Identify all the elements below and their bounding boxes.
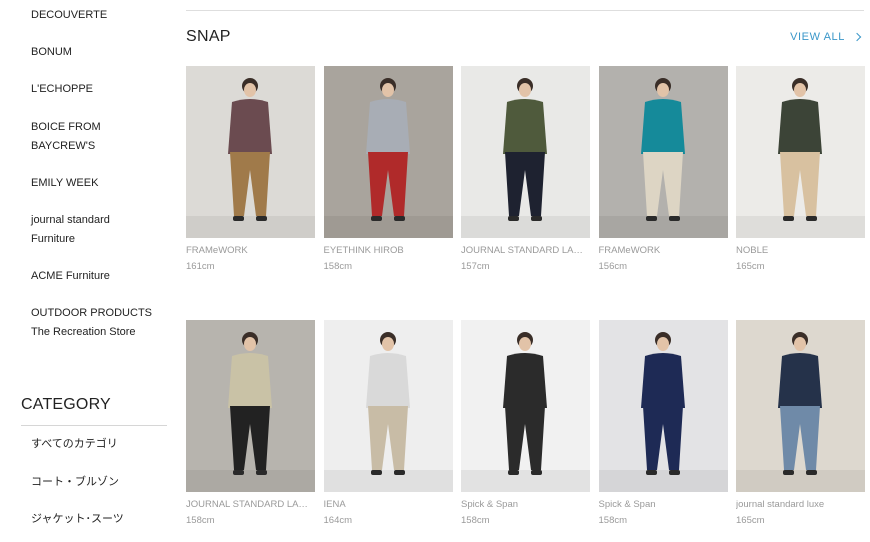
sidebar: DECOUVERTE BONUM L'ECHOPPE BOICE FROM BAY…	[0, 0, 170, 542]
person-photo-illustration	[598, 66, 728, 238]
snap-card[interactable]: JOURNAL STANDARD LA… 158cm	[186, 320, 315, 527]
view-all-label: VIEW ALL	[790, 31, 845, 43]
sidebar-brand-bonum[interactable]: BONUM	[31, 43, 72, 62]
snap-card[interactable]: Spick & Span 158cm	[598, 320, 728, 527]
snap-height: 158cm	[323, 261, 353, 272]
category-item-all[interactable]: すべてのカテゴリ	[31, 436, 118, 452]
snap-brand[interactable]: EYETHINK HIROB	[324, 245, 450, 257]
snap-brand[interactable]: journal standard luxe	[736, 499, 862, 511]
snap-brand[interactable]: IENA	[324, 499, 450, 511]
sidebar-brand-lechoppe[interactable]: L'ECHOPPE	[31, 80, 93, 99]
sidebar-brand-outdoor[interactable]: OUTDOOR PRODUCTS The Recreation Store	[31, 304, 152, 342]
sidebar-brand-decouverte[interactable]: DECOUVERTE	[31, 6, 107, 25]
sidebar-brand-acme[interactable]: ACME Furniture	[31, 267, 110, 286]
brand-label: ACME Furniture	[31, 270, 110, 282]
snap-title: SNAP	[186, 28, 231, 45]
snap-height: 164cm	[323, 515, 353, 526]
snap-brand[interactable]: NOBLE	[736, 245, 862, 257]
snap-card[interactable]: IENA 164cm	[323, 320, 453, 527]
section-divider	[186, 10, 864, 11]
snap-photo[interactable]	[186, 66, 315, 238]
category-item-jacket[interactable]: ジャケット･スーツ	[31, 511, 124, 527]
person-photo-illustration	[323, 66, 453, 238]
brand-label: BONUM	[31, 46, 72, 58]
snap-card[interactable]: EYETHINK HIROB 158cm	[323, 66, 453, 273]
snap-brand[interactable]: FRAMeWORK	[186, 245, 312, 257]
person-photo-illustration	[323, 320, 453, 492]
brand-label: EMILY WEEK	[31, 177, 99, 189]
brand-label: journal standard	[31, 214, 110, 226]
snap-photo[interactable]	[598, 66, 728, 238]
snap-height: 156cm	[598, 261, 628, 272]
snap-brand[interactable]: FRAMeWORK	[599, 245, 725, 257]
snap-height: 157cm	[461, 261, 490, 272]
snap-photo[interactable]	[323, 66, 453, 238]
snap-photo[interactable]	[598, 320, 728, 492]
snap-height: 158cm	[461, 515, 490, 526]
snap-card[interactable]: Spick & Span 158cm	[461, 320, 590, 527]
category-item-coat[interactable]: コート・ブルゾン	[31, 474, 119, 490]
sidebar-brand-emily-week[interactable]: EMILY WEEK	[31, 174, 98, 193]
person-photo-illustration	[461, 66, 590, 238]
brand-label: DECOUVERTE	[31, 9, 108, 21]
brand-label: BOICE FROM	[31, 121, 101, 133]
snap-height: 165cm	[736, 261, 765, 272]
view-all-link[interactable]: VIEW ALL	[790, 31, 862, 43]
person-photo-illustration	[736, 66, 865, 238]
snap-brand[interactable]: Spick & Span	[599, 499, 725, 511]
snap-photo[interactable]	[736, 66, 865, 238]
sidebar-brand-boice[interactable]: BOICE FROM BAYCREW'S	[31, 118, 101, 156]
snap-photo[interactable]	[461, 320, 590, 492]
brand-label: OUTDOOR PRODUCTS	[31, 307, 152, 319]
brand-label: L'ECHOPPE	[31, 83, 94, 95]
snap-card[interactable]: journal standard luxe 165cm	[736, 320, 865, 527]
snap-height: 165cm	[736, 515, 765, 526]
brand-label: BAYCREW'S	[31, 140, 96, 152]
snap-photo[interactable]	[736, 320, 865, 492]
person-photo-illustration	[186, 66, 315, 238]
snap-photo[interactable]	[323, 320, 453, 492]
snap-height: 158cm	[186, 515, 215, 526]
snap-card[interactable]: NOBLE 165cm	[736, 66, 865, 273]
snap-section: SNAP VIEW ALL FRAMeWORK 161cm EYETHINK HIR…	[186, 0, 866, 542]
snap-photo[interactable]	[186, 320, 315, 492]
person-photo-illustration	[598, 320, 728, 492]
snap-photo[interactable]	[461, 66, 590, 238]
brand-label: The Recreation Store	[31, 326, 136, 338]
snap-card[interactable]: FRAMeWORK 161cm	[186, 66, 315, 273]
chevron-right-icon	[852, 32, 862, 42]
brand-label: Furniture	[31, 233, 76, 245]
category-divider	[21, 425, 167, 426]
snap-brand[interactable]: JOURNAL STANDARD LA…	[461, 245, 587, 257]
snap-card[interactable]: FRAMeWORK 156cm	[598, 66, 728, 273]
snap-height: 161cm	[186, 261, 215, 272]
snap-brand[interactable]: JOURNAL STANDARD LA…	[186, 499, 312, 511]
snap-height: 158cm	[598, 515, 628, 526]
person-photo-illustration	[186, 320, 315, 492]
person-photo-illustration	[736, 320, 865, 492]
snap-card[interactable]: JOURNAL STANDARD LA… 157cm	[461, 66, 590, 273]
person-photo-illustration	[461, 320, 590, 492]
category-heading: CATEGORY	[21, 396, 111, 413]
snap-brand[interactable]: Spick & Span	[461, 499, 587, 511]
sidebar-brand-journal-furniture[interactable]: journal standard Furniture	[31, 211, 110, 249]
